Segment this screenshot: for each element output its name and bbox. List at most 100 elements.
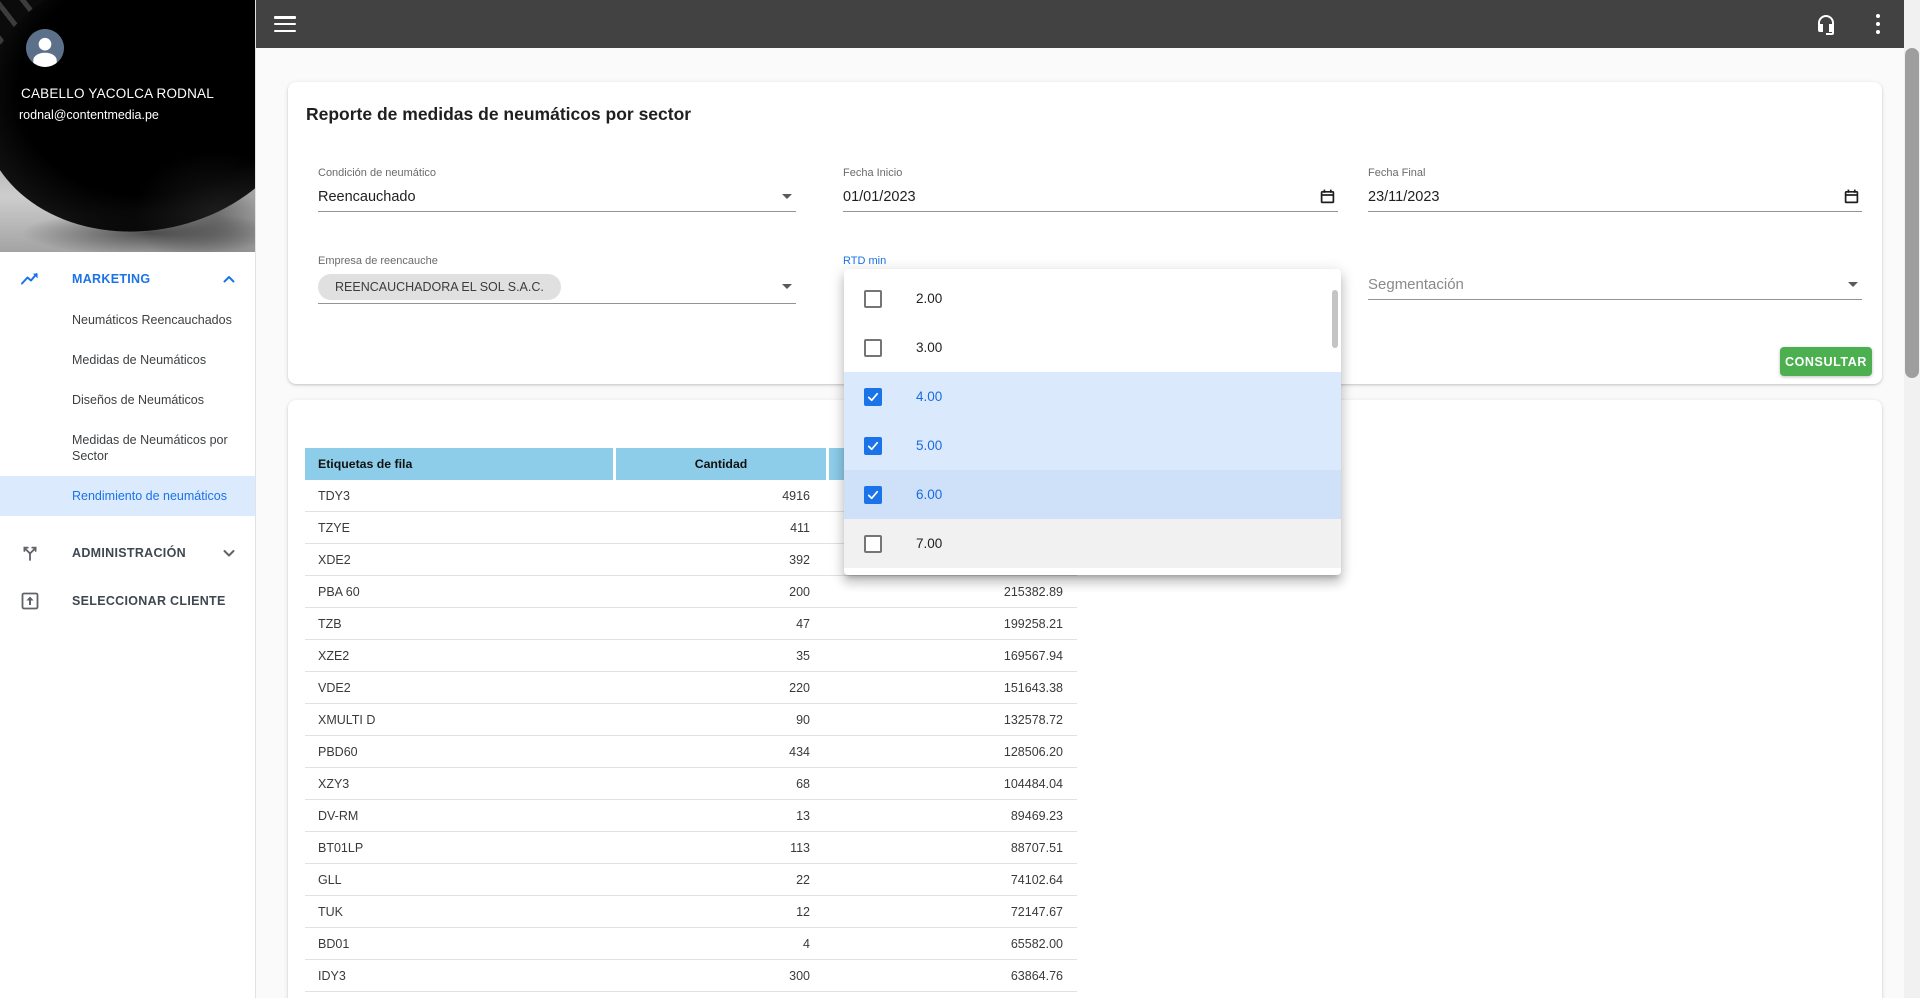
sidebar-item[interactable]: Medidas de Neumáticos xyxy=(0,340,255,380)
cell-etiqueta: XMULTI D xyxy=(318,712,376,727)
dropdown-option-label: 4.00 xyxy=(916,389,943,404)
dropdown-option[interactable]: 2.00 xyxy=(844,274,1341,323)
profile-photo: CABELLO YACOLCA RODNAL rodnal@contentmed… xyxy=(0,0,255,252)
sidebar-item-label: Diseños de Neumáticos xyxy=(72,393,205,407)
check-icon xyxy=(867,392,879,401)
table-row: PBD60 434 128506.20 xyxy=(305,736,1077,768)
checkbox[interactable] xyxy=(864,534,882,553)
table-row: TUK 12 72147.67 xyxy=(305,896,1077,928)
cell-cantidad: 22 xyxy=(796,872,810,887)
dropdown-option-label: 5.00 xyxy=(916,438,943,453)
sidebar-item[interactable]: Rendimiento de neumáticos xyxy=(0,476,255,516)
cell-valor: 169567.94 xyxy=(1003,648,1063,663)
cell-etiqueta: TUK xyxy=(318,904,343,919)
hamburger-menu-icon[interactable] xyxy=(274,16,296,32)
user-name: CABELLO YACOLCA RODNAL xyxy=(21,86,214,101)
table-row: BT01LP 113 88707.51 xyxy=(305,832,1077,864)
cell-cantidad: 113 xyxy=(790,840,810,855)
field-label: Fecha Inicio xyxy=(843,167,903,179)
dropdown-option[interactable]: 5.00 xyxy=(844,421,1341,470)
dropdown-option[interactable]: 7.00 xyxy=(844,519,1341,568)
field-label: Condición de neumático xyxy=(318,167,437,179)
cell-cantidad: 4 xyxy=(803,936,810,951)
consultar-button[interactable]: CONSULTAR xyxy=(1780,347,1872,376)
sidebar-section-marketing[interactable]: MARKETING xyxy=(0,258,255,300)
cell-cantidad: 434 xyxy=(789,744,810,759)
table-row: IDY3 300 63864.76 xyxy=(305,960,1077,992)
fecha-inicio-input[interactable]: Fecha Inicio 01/01/2023 xyxy=(843,166,1338,212)
field-label: RTD min xyxy=(843,255,887,267)
checkbox[interactable] xyxy=(864,338,882,357)
person-icon xyxy=(26,29,64,67)
rtd-min-select[interactable]: RTD min xyxy=(843,254,1338,270)
condicion-select[interactable]: Condición de neumático Reencauchado xyxy=(318,166,796,212)
checkbox[interactable] xyxy=(864,485,882,504)
sidebar-item-label: Neumáticos Reencauchados xyxy=(72,313,232,327)
cell-etiqueta: TZYE xyxy=(318,520,350,535)
cell-valor: 199258.21 xyxy=(1003,616,1063,631)
page-scrollbar-thumb[interactable] xyxy=(1905,48,1919,378)
cell-cantidad: 411 xyxy=(790,520,810,535)
checkbox[interactable] xyxy=(864,387,882,406)
cell-etiqueta: IDY3 xyxy=(318,968,346,983)
cell-valor: 89469.23 xyxy=(1010,808,1063,823)
cell-cantidad: 220 xyxy=(789,680,810,695)
kebab-menu-icon[interactable] xyxy=(1866,12,1890,36)
segmentacion-select[interactable]: Segmentación xyxy=(1368,254,1862,300)
sidebar-menu: MARKETING Neumáticos Reencauchados Medid… xyxy=(0,258,255,622)
cell-valor: 128506.20 xyxy=(1003,744,1063,759)
cell-cantidad: 392 xyxy=(789,552,810,567)
field-value: 01/01/2023 xyxy=(843,188,916,205)
sidebar-section-seleccionar-cliente[interactable]: SELECCIONAR CLIENTE xyxy=(0,580,255,622)
cell-valor: 151643.38 xyxy=(1003,680,1063,695)
cell-etiqueta: VDE2 xyxy=(318,680,351,695)
dropdown-option[interactable]: 3.00 xyxy=(844,323,1341,372)
sidebar-item[interactable]: Diseños de Neumáticos xyxy=(0,380,255,420)
field-label: Empresa de reencauche xyxy=(318,255,438,267)
table-row: XZY3 68 104484.04 xyxy=(305,768,1077,800)
rtd-min-dropdown: 2.00 3.00 4.00 5.00 6.00 7.00 xyxy=(844,269,1341,575)
cell-etiqueta: XZY3 xyxy=(318,776,350,791)
cell-cantidad: 90 xyxy=(796,712,810,727)
calendar-icon[interactable] xyxy=(1843,188,1860,209)
sidebar-section-label: MARKETING xyxy=(72,272,151,286)
sidebar-item[interactable]: Neumáticos Reencauchados xyxy=(0,300,255,340)
table-row: GLL 22 74102.64 xyxy=(305,864,1077,896)
checkbox[interactable] xyxy=(864,436,882,455)
dropdown-option[interactable]: 4.00 xyxy=(844,372,1341,421)
dropdown-arrow-icon xyxy=(1848,282,1858,287)
cell-valor: 63864.76 xyxy=(1010,968,1063,983)
empresa-select[interactable]: Empresa de reencauche REENCAUCHADORA EL … xyxy=(318,254,796,304)
empresa-chip[interactable]: REENCAUCHADORA EL SOL S.A.C. xyxy=(318,273,561,300)
cell-etiqueta: XZE2 xyxy=(318,648,350,663)
headset-icon[interactable] xyxy=(1814,12,1838,36)
cell-cantidad: 13 xyxy=(796,808,810,823)
sidebar-section-administracion[interactable]: ADMINISTRACIÓN xyxy=(0,532,255,574)
chevron-down-icon xyxy=(219,543,239,563)
sidebar-item-label: Medidas de Neumáticos xyxy=(72,353,207,367)
cell-valor: 104484.04 xyxy=(1003,776,1063,791)
marketing-items: Neumáticos Reencauchados Medidas de Neum… xyxy=(0,300,255,516)
sidebar: CABELLO YACOLCA RODNAL rodnal@contentmed… xyxy=(0,0,256,998)
dropdown-option-label: 6.00 xyxy=(916,487,943,502)
cell-etiqueta: TDY3 xyxy=(318,488,350,503)
dropdown-option[interactable]: 6.00 xyxy=(844,470,1341,519)
table-row: VDE2 220 151643.38 xyxy=(305,672,1077,704)
dropdown-arrow-icon xyxy=(782,284,792,289)
dropdown-option-label: 3.00 xyxy=(916,340,943,355)
user-email: rodnal@contentmedia.pe xyxy=(19,108,159,122)
cell-etiqueta: BT01LP xyxy=(318,840,364,855)
table-row: XMULTI D 90 132578.72 xyxy=(305,704,1077,736)
page-scrollbar[interactable] xyxy=(1904,0,1920,998)
calendar-icon[interactable] xyxy=(1319,188,1336,209)
table-row: BD01 4 65582.00 xyxy=(305,928,1077,960)
cell-etiqueta: BD01 xyxy=(318,936,350,951)
dropdown-scrollbar-thumb[interactable] xyxy=(1332,290,1338,348)
cell-valor: 72147.67 xyxy=(1010,904,1063,919)
cell-valor: 65582.00 xyxy=(1010,936,1063,951)
dropdown-option-label: 2.00 xyxy=(916,291,943,306)
fecha-final-input[interactable]: Fecha Final 23/11/2023 xyxy=(1368,166,1862,212)
checkbox[interactable] xyxy=(864,289,882,308)
sidebar-item[interactable]: Medidas de Neumáticos por Sector xyxy=(0,420,255,476)
table-row: DV-RM 13 89469.23 xyxy=(305,800,1077,832)
